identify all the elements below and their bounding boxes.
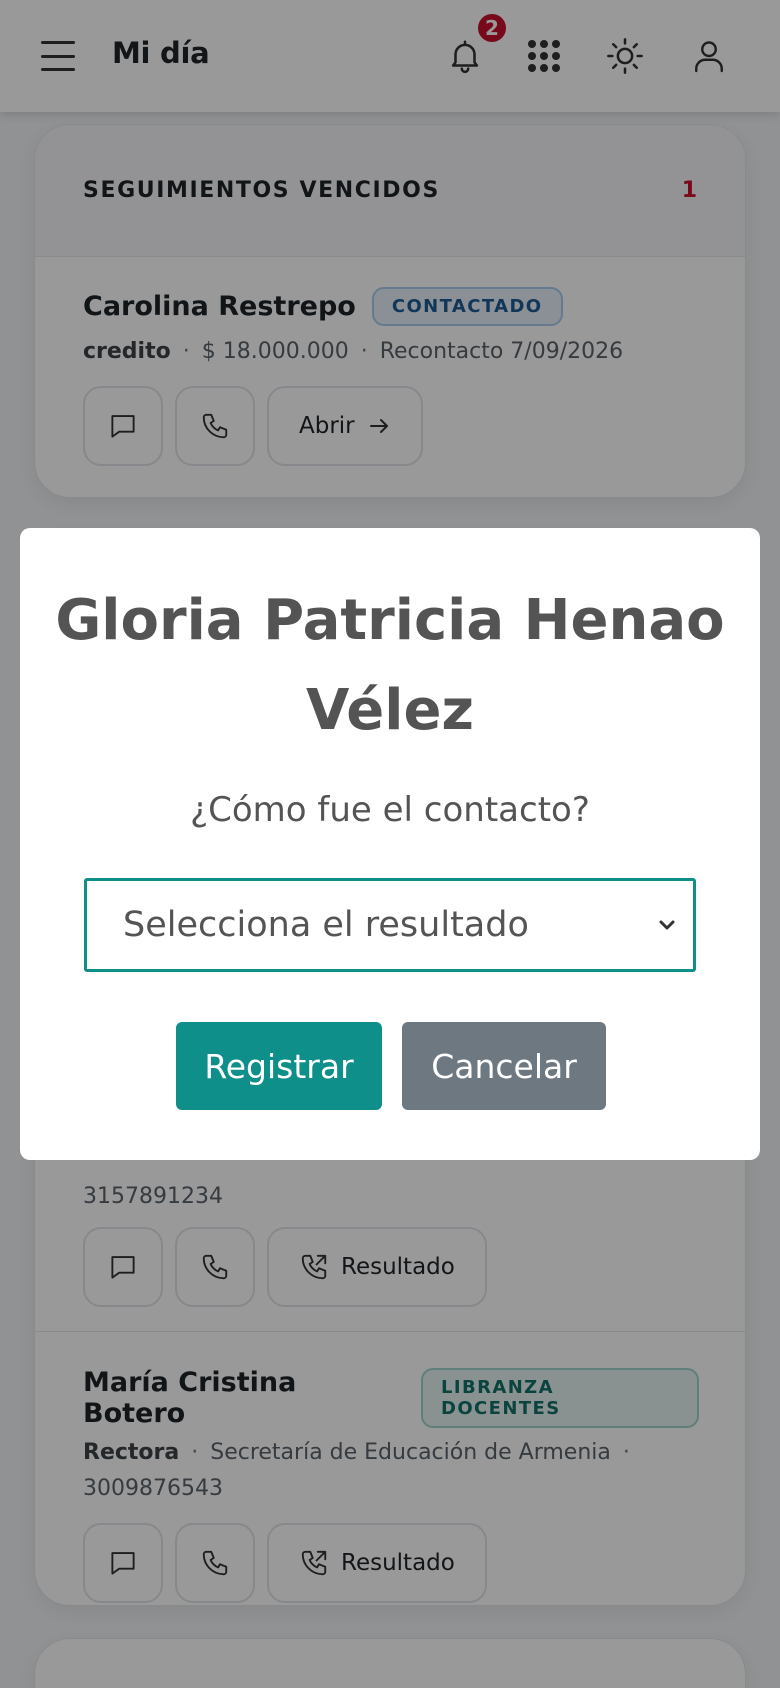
- cancel-button[interactable]: Cancelar: [402, 1022, 606, 1110]
- dialog-question: ¿Cómo fue el contacto?: [190, 790, 590, 830]
- contact-result-dialog: Gloria Patricia Henao Vélez ¿Cómo fue el…: [20, 528, 760, 1160]
- chevron-down-icon: [659, 920, 675, 930]
- register-button[interactable]: Registrar: [176, 1022, 382, 1110]
- result-select-value: Selecciona el resultado: [123, 905, 529, 945]
- dialog-title: Gloria Patricia Henao Vélez: [55, 588, 725, 743]
- result-select[interactable]: Selecciona el resultado: [84, 878, 696, 972]
